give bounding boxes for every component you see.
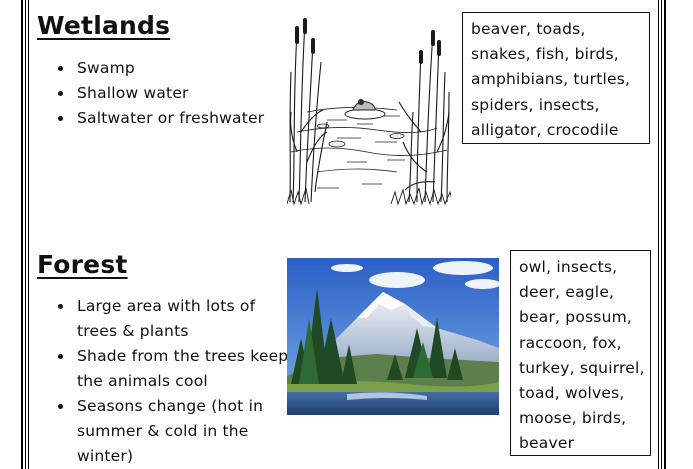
right-border-outer [664,0,666,469]
right-border-inner [658,0,659,469]
wetlands-bullet-list: Swamp Shallow water Saltwater or freshwa… [37,56,287,131]
right-border-middle [661,0,662,469]
wetlands-bullet-item: Shallow water [37,81,287,106]
forest-title: Forest [37,250,128,279]
forest-photo [287,258,499,415]
forest-bullet-list: Large area with lots of trees & plants S… [37,294,295,469]
forest-bullet-item: Seasons change (hot in summer & cold in … [37,394,295,469]
wetlands-bullet-item: Swamp [37,56,287,81]
forest-animals-box: owl, insects, deer, eagle, bear, possum,… [510,250,651,456]
left-border-outer [21,0,23,469]
wetlands-animals-box: beaver, toads, snakes, fish, birds, amph… [462,12,650,144]
left-border-inner [28,0,29,469]
wetlands-title: Wetlands [37,11,171,40]
wetlands-bullet-item: Saltwater or freshwater [37,106,287,131]
forest-bullet-item: Shade from the trees keep the animals co… [37,344,295,394]
wetlands-illustration [287,12,451,206]
forest-bullet-item: Large area with lots of trees & plants [37,294,295,344]
left-border-middle [25,0,26,469]
